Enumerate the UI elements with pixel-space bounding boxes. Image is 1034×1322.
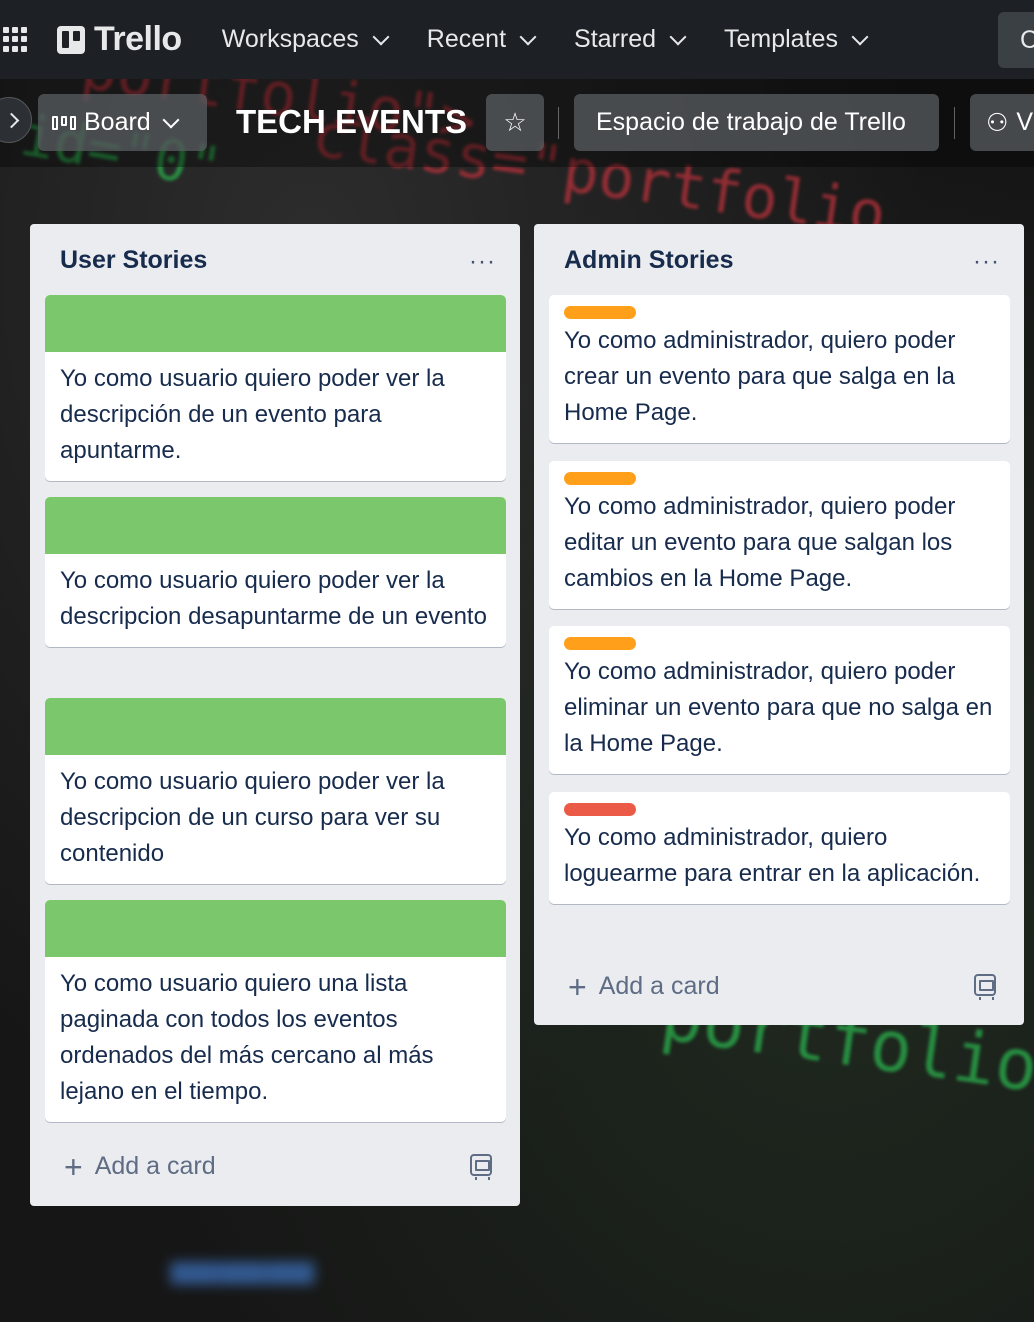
plus-icon: +: [64, 1148, 83, 1185]
card-title: Yo como usuario quiero poder ver la desc…: [60, 768, 445, 867]
card-cover: [45, 900, 506, 957]
card[interactable]: Yo como administrador, quiero poder crea…: [549, 295, 1010, 443]
card-label-orange[interactable]: [564, 472, 636, 485]
bg-code-blur: ▬▬▬: [170, 1220, 315, 1313]
chevron-down-icon: [519, 28, 537, 45]
app-switcher-icon[interactable]: [3, 26, 29, 53]
card-template-icon[interactable]: [470, 1154, 492, 1180]
star-icon: ☆: [503, 107, 527, 137]
nav-templates-label: Templates: [724, 25, 838, 53]
card-title: Yo como administrador, quiero poder edit…: [564, 493, 956, 592]
board-header: Board TECH EVENTS ☆ Espacio de trabajo d…: [0, 79, 1034, 167]
chevron-down-icon: [669, 28, 687, 45]
board-view-icon: [52, 115, 76, 130]
nav-workspaces-label: Workspaces: [221, 25, 359, 53]
card-cover: [45, 698, 506, 755]
card[interactable]: Yo como usuario quiero una lista paginad…: [45, 900, 506, 1122]
list-user-stories: User Stories ··· Yo como usuario quiero …: [30, 224, 520, 1206]
card-title: Yo como usuario quiero poder ver la desc…: [60, 567, 487, 630]
header-divider: [954, 107, 955, 139]
card-label-orange[interactable]: [564, 306, 636, 319]
nav-starred[interactable]: Starred: [574, 25, 687, 54]
board-view-switcher[interactable]: Board: [38, 94, 207, 151]
star-board-button[interactable]: ☆: [486, 94, 544, 151]
chevron-down-icon: [851, 28, 869, 45]
card-label-red[interactable]: [564, 803, 636, 816]
add-card-label: Add a card: [94, 1152, 216, 1180]
card-cover: [45, 497, 506, 554]
card-title: Yo como usuario quiero poder ver la desc…: [60, 365, 445, 464]
list-title[interactable]: User Stories: [60, 246, 207, 275]
card[interactable]: Yo como administrador, quiero poder elim…: [549, 626, 1010, 774]
add-card-button[interactable]: + Add a card: [64, 1148, 216, 1185]
list-admin-stories: Admin Stories ··· Yo como administrador,…: [534, 224, 1024, 1025]
nav-templates[interactable]: Templates: [724, 25, 869, 54]
card-template-icon[interactable]: [974, 974, 996, 1000]
trello-logo[interactable]: Trello: [57, 20, 182, 59]
header-divider: [558, 107, 559, 139]
card-title: Yo como administrador, quiero loguearme …: [564, 824, 981, 887]
chevron-down-icon: [372, 28, 390, 45]
card-title: Yo como usuario quiero una lista paginad…: [60, 970, 434, 1105]
card-title: Yo como administrador, quiero poder crea…: [564, 327, 956, 426]
nav-workspaces[interactable]: Workspaces: [221, 25, 390, 54]
board-view-label: Board: [84, 108, 151, 136]
top-navigation: Trello Workspaces Recent Starred Templat…: [0, 0, 1034, 79]
add-card-button[interactable]: + Add a card: [568, 968, 720, 1005]
trello-logo-text: Trello: [94, 20, 182, 58]
card-cover: [45, 295, 506, 352]
card-title: Yo como administrador, quiero poder elim…: [564, 658, 993, 757]
card[interactable]: Yo como administrador, quiero loguearme …: [549, 792, 1010, 904]
visibility-label: V: [1016, 108, 1034, 136]
board-title[interactable]: TECH EVENTS: [236, 103, 467, 141]
card[interactable]: Yo como usuario quiero poder ver la desc…: [45, 497, 506, 647]
create-button[interactable]: C: [998, 12, 1034, 68]
plus-icon: +: [568, 968, 587, 1005]
trello-logo-icon: [57, 25, 85, 54]
nav-recent[interactable]: Recent: [426, 25, 537, 54]
visibility-button[interactable]: ⚇ V: [970, 94, 1034, 151]
sidebar-expand-icon[interactable]: [0, 97, 32, 143]
nav-recent-label: Recent: [426, 25, 507, 53]
card[interactable]: Yo como administrador, quiero poder edit…: [549, 461, 1010, 609]
card[interactable]: Yo como usuario quiero poder ver la desc…: [45, 295, 506, 481]
chevron-down-icon: [162, 111, 180, 128]
list-menu-icon[interactable]: ···: [469, 248, 496, 276]
list-title[interactable]: Admin Stories: [564, 246, 733, 275]
card[interactable]: Yo como usuario quiero poder ver la desc…: [45, 698, 506, 884]
workspace-button[interactable]: Espacio de trabajo de Trello: [574, 94, 939, 151]
list-menu-icon[interactable]: ···: [973, 248, 1000, 276]
visibility-icon: ⚇: [986, 108, 1009, 137]
card-label-orange[interactable]: [564, 637, 636, 650]
nav-starred-label: Starred: [574, 25, 656, 53]
add-card-label: Add a card: [598, 972, 720, 1000]
